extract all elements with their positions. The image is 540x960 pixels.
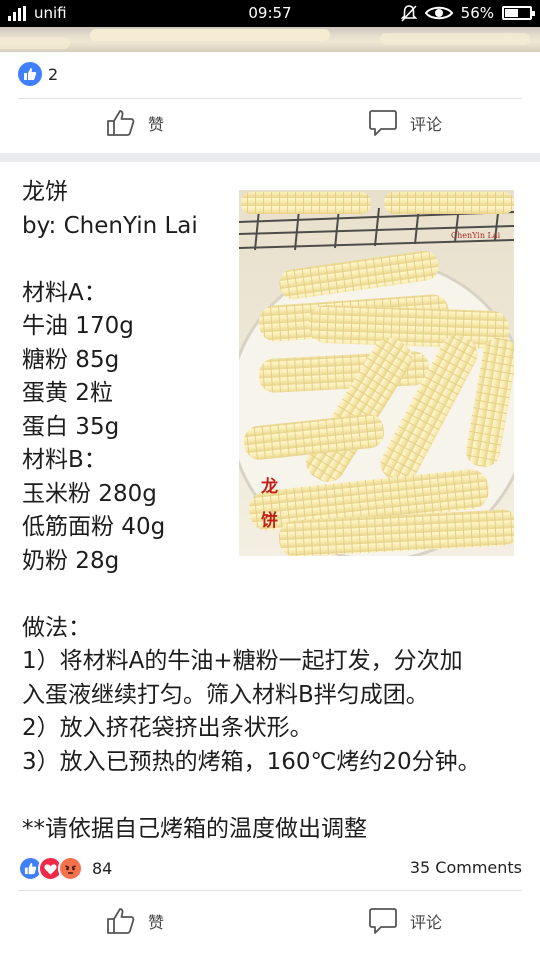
post-line: 1）将材料A的牛油+糖粉一起打发，分次加: [22, 648, 463, 674]
like-label: 赞: [147, 913, 164, 932]
action-bar: 赞 评论: [0, 93, 540, 153]
eye-icon: [424, 6, 453, 20]
post-line: **请依据自己烤箱的温度做出调整: [22, 815, 367, 842]
like-button[interactable]: 赞: [0, 93, 270, 153]
battery-percent: 56%: [460, 4, 494, 22]
post-line: 3）放入已预热的烤箱，160℃烤约20分钟。: [22, 748, 481, 775]
photo-stamp-bottom: 饼: [261, 510, 278, 531]
post-line: [22, 578, 522, 612]
post-line: 2）放入挤花袋挤出条状形。: [22, 715, 313, 741]
comment-label: 评论: [409, 913, 442, 932]
post-line: [22, 779, 522, 813]
comments-count[interactable]: 35 Comments: [410, 858, 522, 877]
recipe-post: 龙饼 by: ChenYin Lai 材料A： 牛油 170g 糖粉 85g 蛋…: [0, 162, 540, 856]
comment-label: 评论: [409, 115, 442, 134]
comment-button[interactable]: 评论: [270, 891, 540, 951]
action-bar: 赞 评论: [0, 891, 540, 951]
angry-reaction-icon: [58, 856, 83, 881]
photo-watermark: ChenYin Lai: [451, 231, 501, 240]
thumbs-up-icon: [107, 908, 135, 934]
battery-level: [505, 9, 519, 17]
status-right: 56%: [400, 4, 535, 22]
cookie-photo[interactable]: ChenYin Lai 龙 饼: [239, 190, 514, 556]
comment-icon: [369, 908, 397, 934]
cookie-photo-art: ChenYin Lai 龙 饼: [239, 190, 514, 556]
battery-icon: [502, 6, 535, 20]
mute-bell-icon: [400, 4, 417, 22]
like-label: 赞: [147, 115, 164, 134]
status-bar: unifi 09:57 56%: [0, 0, 540, 27]
thumbs-up-icon: [107, 110, 135, 136]
comment-button[interactable]: 评论: [270, 93, 540, 153]
previous-post-footer: 2 赞 评论: [0, 52, 540, 153]
post-line: 入蛋液继续打匀。筛入材料B拌匀成团。: [22, 681, 429, 708]
like-count: 2: [48, 64, 59, 84]
photo-stamp-top: 龙: [260, 476, 278, 497]
post-footer: 84 35 Comments 赞 评论: [0, 848, 540, 960]
comment-icon: [369, 110, 397, 136]
reaction-count: 84: [92, 859, 113, 878]
like-summary[interactable]: 2: [18, 62, 58, 86]
reaction-summary[interactable]: 84: [18, 856, 112, 881]
like-reaction-icon: [18, 62, 42, 86]
previous-post-image[interactable]: [0, 27, 540, 52]
post-line: 做法：: [22, 614, 91, 641]
like-button[interactable]: 赞: [0, 891, 270, 951]
